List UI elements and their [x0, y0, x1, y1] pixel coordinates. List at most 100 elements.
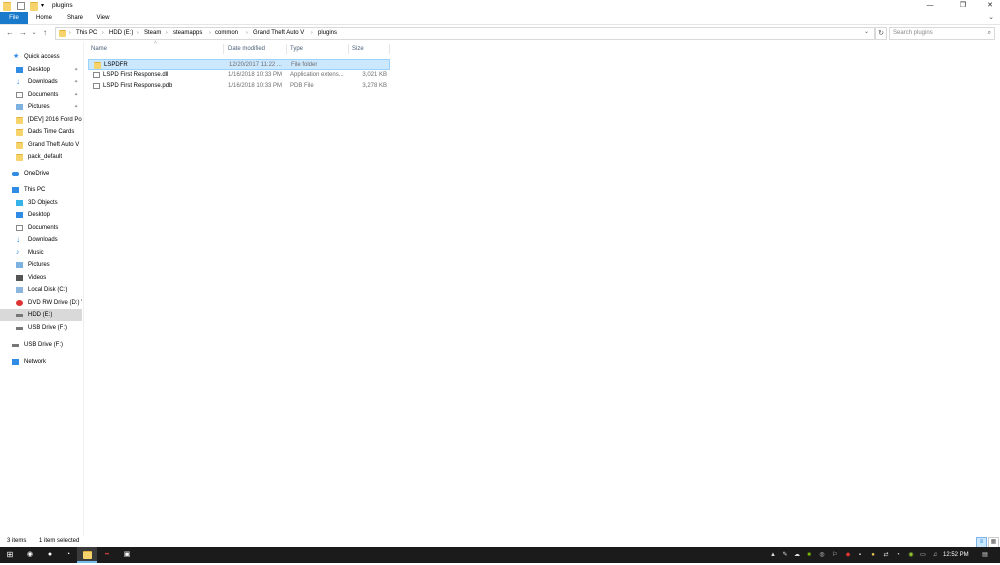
nav-item-documents[interactable]: Documents ✦: [0, 89, 82, 101]
network-tray-icon[interactable]: ▭: [918, 547, 928, 563]
tray-icon-6[interactable]: ◆: [843, 547, 853, 563]
nav-item-pictures[interactable]: Pictures ✦: [0, 101, 82, 113]
breadcrumb-steam[interactable]: Steam: [144, 28, 161, 39]
pin-icon[interactable]: ✦: [74, 89, 78, 101]
drive-icon: [16, 287, 23, 293]
customize-toolbar-icon[interactable]: ▾: [41, 2, 49, 10]
notification-icon[interactable]: ▤: [980, 547, 990, 563]
up-button[interactable]: ↑: [40, 27, 50, 39]
nav-item-gta-v[interactable]: Grand Theft Auto V: [0, 139, 82, 151]
recent-locations-icon[interactable]: ⌄: [29, 27, 39, 39]
breadcrumb-common[interactable]: common: [215, 28, 238, 39]
taskbar-clock[interactable]: 12:52 PM: [943, 547, 969, 563]
nav-item-onedrive[interactable]: OneDrive: [0, 168, 82, 180]
nav-item-dads-time-cards[interactable]: Dads Time Cards: [0, 126, 82, 138]
minimize-button[interactable]: —: [920, 0, 940, 12]
refresh-button[interactable]: ↻: [875, 27, 887, 40]
nav-item-hdd-e[interactable]: HDD (E:): [0, 309, 82, 321]
breadcrumb-this-pc[interactable]: This PC: [76, 28, 97, 39]
nav-item-usb-drive-f-root[interactable]: USB Drive (F:): [0, 339, 82, 351]
tray-icon-10[interactable]: ◉: [906, 547, 916, 563]
nav-item-music[interactable]: ♪ Music: [0, 247, 82, 259]
breadcrumb-hdd[interactable]: HDD (E:): [109, 28, 133, 39]
volume-icon[interactable]: ♫: [930, 547, 940, 563]
nav-item-pictures-pc[interactable]: Pictures: [0, 259, 82, 271]
tray-icon-2[interactable]: ✎: [780, 547, 790, 563]
new-folder-icon[interactable]: [30, 2, 38, 11]
start-button[interactable]: ⊞: [0, 547, 20, 563]
nav-item-dvd-drive[interactable]: DVD RW Drive (D:) V: [0, 297, 82, 309]
pin-icon[interactable]: ✦: [74, 64, 78, 76]
tab-file[interactable]: File: [0, 12, 28, 24]
tray-icon-7[interactable]: ▪: [855, 547, 865, 563]
expand-ribbon-icon[interactable]: ⌄: [988, 13, 994, 21]
column-name[interactable]: Name: [88, 44, 224, 54]
file-row-lspd-dll[interactable]: LSPD First Response.dll 1/16/2018 10:33 …: [88, 70, 390, 81]
maximize-button[interactable]: ❐: [953, 0, 973, 12]
folder-icon: [3, 2, 11, 11]
nav-item-desktop-pc[interactable]: Desktop: [0, 209, 82, 221]
nav-item-downloads-pc[interactable]: ↓ Downloads: [0, 234, 82, 246]
nvidia-icon[interactable]: ■: [804, 547, 814, 563]
breadcrumb-gta-v[interactable]: Grand Theft Auto V: [253, 28, 304, 39]
close-button[interactable]: ✕: [980, 0, 1000, 12]
pin-icon[interactable]: ✦: [74, 101, 78, 113]
pin-icon[interactable]: ✦: [74, 76, 78, 88]
nav-item-dev-ford[interactable]: [DEV] 2016 Ford Pol: [0, 114, 82, 126]
tray-icon-1[interactable]: ▲: [768, 547, 778, 563]
search-icon[interactable]: ⌕: [988, 28, 991, 39]
ribbon-tabs: File Home Share View ⌄: [0, 12, 1000, 25]
address-bar[interactable]: › This PC › HDD (E:) › Steam › steamapps…: [55, 27, 875, 40]
tray-icon-9[interactable]: ⇄: [881, 547, 891, 563]
tray-icon-4[interactable]: ◎: [817, 547, 827, 563]
nav-item-3d-objects[interactable]: 3D Objects: [0, 197, 82, 209]
chevron-right-icon: ›: [69, 30, 71, 36]
column-type[interactable]: Type: [287, 44, 349, 54]
properties-icon[interactable]: [17, 2, 25, 10]
tab-home[interactable]: Home: [31, 12, 57, 24]
column-date-modified[interactable]: Date modified: [225, 44, 287, 54]
chevron-right-icon: ›: [102, 30, 104, 36]
nav-item-local-disk-c[interactable]: Local Disk (C:): [0, 284, 82, 296]
tab-view[interactable]: View: [92, 12, 114, 24]
media-icon[interactable]: ••: [97, 547, 117, 563]
drive-icon: [16, 314, 23, 317]
chevron-right-icon: ›: [209, 30, 211, 36]
search-input[interactable]: Search plugins ⌕: [889, 27, 995, 40]
folder-icon: [16, 154, 23, 161]
cloud-icon: [12, 172, 19, 176]
tab-share[interactable]: Share: [62, 12, 88, 24]
nav-item-usb-drive-f[interactable]: USB Drive (F:): [0, 322, 82, 334]
tray-icon-8[interactable]: ●: [868, 547, 878, 563]
forward-button[interactable]: →: [18, 27, 28, 39]
breadcrumb-steamapps[interactable]: steamapps: [173, 28, 202, 39]
address-dropdown-icon[interactable]: ⌄: [864, 27, 869, 38]
nav-item-network[interactable]: Network: [0, 356, 82, 368]
app-icon[interactable]: ▣: [117, 547, 137, 563]
nav-item-downloads[interactable]: ↓ Downloads ✦: [0, 76, 82, 88]
breadcrumb-plugins[interactable]: plugins: [318, 28, 337, 39]
nav-item-pack-default[interactable]: pack_default: [0, 151, 82, 163]
chevron-right-icon: ›: [311, 30, 313, 36]
steam-tray-icon[interactable]: ◔: [893, 547, 903, 563]
tray-icon-3[interactable]: ☁: [792, 547, 802, 563]
nav-item-desktop[interactable]: Desktop ✦: [0, 64, 82, 76]
pane-divider[interactable]: [83, 42, 84, 536]
file-explorer-icon[interactable]: [77, 547, 97, 563]
nav-item-this-pc[interactable]: This PC: [0, 184, 82, 196]
firefox-icon[interactable]: ●: [40, 547, 60, 563]
nav-item-videos[interactable]: Videos: [0, 272, 82, 284]
chrome-icon[interactable]: ◉: [20, 547, 40, 563]
file-row-lspdfr[interactable]: LSPDFR 12/20/2017 11:22 ... File folder: [88, 59, 390, 70]
steam-icon[interactable]: ◔: [58, 547, 78, 563]
nav-item-documents-pc[interactable]: Documents: [0, 222, 82, 234]
tray-icon-5[interactable]: ⚐: [830, 547, 840, 563]
nav-item-quick-access[interactable]: ★ Quick access: [0, 51, 82, 63]
video-icon: [16, 275, 23, 281]
file-row-lspd-pdb[interactable]: LSPD First Response.pdb 1/16/2018 10:33 …: [88, 81, 390, 92]
usb-drive-icon: [16, 327, 23, 330]
item-count: 3 items: [7, 538, 27, 544]
folder-icon: [59, 30, 66, 37]
back-button[interactable]: ←: [5, 27, 15, 39]
column-size[interactable]: Size: [349, 44, 390, 54]
